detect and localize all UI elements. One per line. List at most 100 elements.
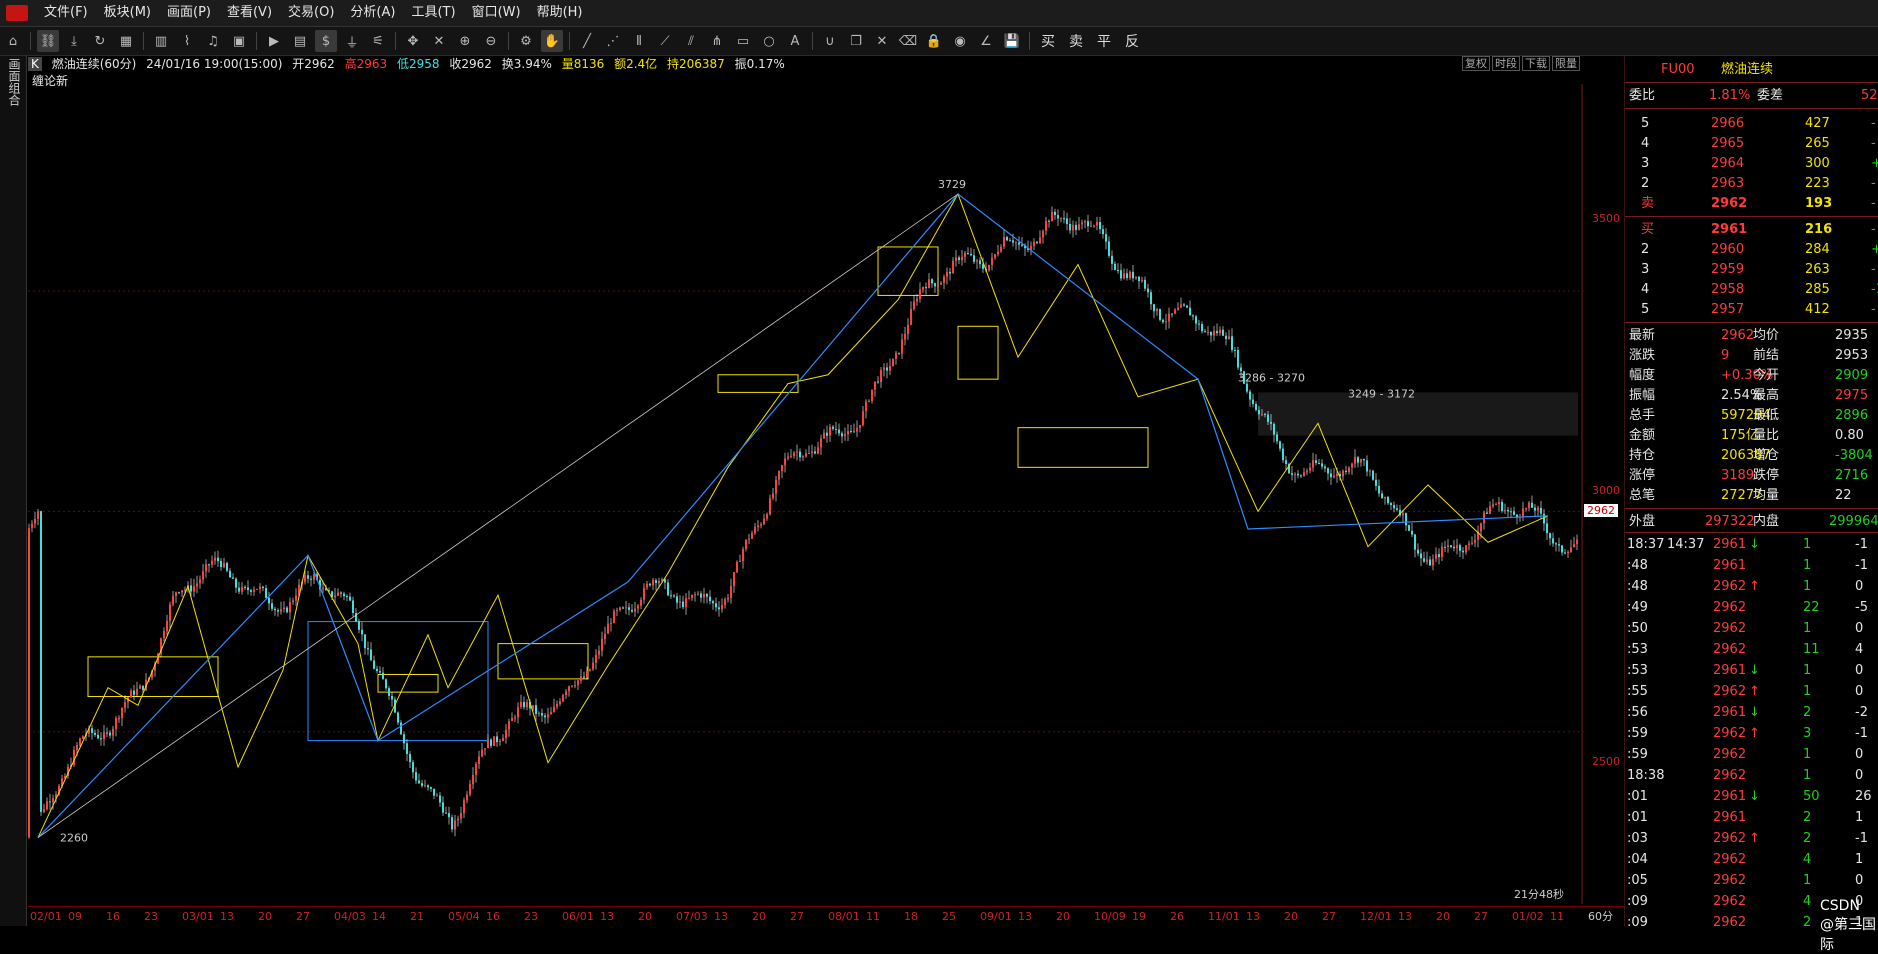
tick-row: :53 2961 ↓ 1 0	[1625, 661, 1878, 680]
limit-button[interactable]: 限量	[1552, 56, 1580, 71]
outer-row: 外盘 297322 内盘 299964	[1625, 512, 1878, 531]
tick-arrow: ↑	[1749, 684, 1760, 699]
zoom-in-icon[interactable]: ⊕	[454, 30, 476, 52]
k-icon[interactable]: K	[28, 57, 42, 71]
candle-body	[1276, 434, 1278, 442]
bar-chart-icon[interactable]: ▥	[150, 30, 172, 52]
trash-icon[interactable]: ⌫	[897, 30, 919, 52]
candle-body	[1402, 512, 1404, 516]
candle-body	[406, 743, 408, 754]
x-tick: 20	[638, 910, 652, 923]
stat-value2: 2716	[1835, 468, 1869, 483]
x-tick: 01/02	[1512, 910, 1544, 923]
menu-item-8[interactable]: 帮助(H)	[529, 0, 591, 26]
candle-body	[853, 431, 855, 433]
vertical-lines-icon[interactable]: ⦀	[628, 30, 650, 52]
text-icon[interactable]: A	[784, 30, 806, 52]
circle-icon[interactable]: ○	[758, 30, 780, 52]
home-icon[interactable]: ⌂	[2, 30, 24, 52]
tick-change: 1	[1855, 810, 1864, 825]
menu-item-5[interactable]: 分析(A)	[342, 0, 403, 26]
candle-body	[1357, 457, 1359, 463]
download-icon[interactable]: ⤓	[63, 30, 85, 52]
move-icon[interactable]: ✥	[402, 30, 424, 52]
candle-body	[340, 592, 342, 594]
menu-item-4[interactable]: 交易(O)	[280, 0, 342, 26]
currency-button[interactable]: $	[315, 30, 337, 52]
menu-item-6[interactable]: 工具(T)	[403, 0, 463, 26]
play-icon[interactable]: ▶	[263, 30, 285, 52]
candle-body	[463, 800, 465, 814]
candle-body	[1069, 224, 1071, 231]
x-tick: 10/09	[1094, 910, 1126, 923]
ray-draw-icon[interactable]: ⋰	[602, 30, 624, 52]
lock-icon[interactable]: 🔒	[923, 30, 945, 52]
zhongshu-box	[717, 374, 799, 393]
menu-item-3[interactable]: 查看(V)	[219, 0, 280, 26]
candle-body	[892, 358, 894, 367]
stat-label: 总笔	[1629, 488, 1656, 503]
angle-icon[interactable]: ∠	[975, 30, 997, 52]
bell-icon[interactable]: ♫	[202, 30, 224, 52]
x-tick: 23	[524, 910, 538, 923]
ask-level: 2	[1641, 176, 1650, 191]
candle-body	[814, 451, 816, 454]
picture-icon[interactable]: ▣	[228, 30, 250, 52]
fan-icon[interactable]: ⟋	[654, 30, 676, 52]
candle-body	[1126, 273, 1128, 278]
download-button[interactable]: 下载	[1522, 56, 1550, 71]
sell-button[interactable]: 卖	[1062, 31, 1090, 51]
rectangle-icon[interactable]: ▭	[732, 30, 754, 52]
candle-body	[739, 561, 741, 563]
stat-label2: 均量	[1753, 488, 1780, 503]
x-tick: 13	[1398, 910, 1412, 923]
layout-tab[interactable]: 画面组合	[6, 58, 23, 106]
x-tick: 25	[942, 910, 956, 923]
price-chart[interactable]: 3729 2260 3286 - 3270 3249 - 3172 21分48秒	[28, 84, 1584, 904]
candle-body	[910, 308, 912, 325]
session-button[interactable]: 时段	[1492, 56, 1520, 71]
amplitude-value: 振0.17%	[734, 57, 785, 71]
candle-body	[1441, 546, 1443, 558]
line-draw-icon[interactable]: ╱	[576, 30, 598, 52]
tick-row: :59 2962 1 0	[1625, 745, 1878, 764]
bid-row: 买 2961 216 -	[1625, 220, 1878, 239]
tick-volume: 1	[1803, 747, 1812, 762]
filter-icon[interactable]: ⏚	[341, 30, 363, 52]
magnet-icon[interactable]: ∪	[819, 30, 841, 52]
adjust-button[interactable]: 复权	[1462, 56, 1490, 71]
document-icon[interactable]: ▤	[289, 30, 311, 52]
link-icon[interactable]: ⛓	[37, 30, 59, 52]
menu-item-2[interactable]: 画面(P)	[159, 0, 219, 26]
save-icon[interactable]: 💾	[1001, 30, 1023, 52]
buy-button[interactable]: 买	[1034, 31, 1062, 51]
pitchfork-icon[interactable]: ⋔	[706, 30, 728, 52]
candle-body	[655, 580, 657, 583]
eye-icon[interactable]: ◉	[949, 30, 971, 52]
crosshair-icon[interactable]: ✕	[428, 30, 450, 52]
hand-icon[interactable]: ✋	[541, 30, 563, 52]
delete-icon[interactable]: ✕	[871, 30, 893, 52]
period-label[interactable]: 60分	[1588, 908, 1613, 924]
zoom-out-icon[interactable]: ⊖	[480, 30, 502, 52]
tick-price: 2962	[1713, 852, 1747, 867]
tick-volume: 2	[1803, 705, 1812, 720]
reverse-button[interactable]: 反	[1118, 31, 1146, 51]
candle-body	[259, 586, 261, 589]
copy-icon[interactable]: ❐	[845, 30, 867, 52]
close-position-button[interactable]: 平	[1090, 31, 1118, 51]
tick-time: :05	[1627, 873, 1648, 888]
indicator-icon[interactable]: ⌇	[176, 30, 198, 52]
grid-icon[interactable]: ▦	[115, 30, 137, 52]
x-tick: 11	[1550, 910, 1564, 923]
candle-body	[547, 714, 549, 718]
settings-icon[interactable]: ⚙	[515, 30, 537, 52]
filter2-icon[interactable]: ⚟	[367, 30, 389, 52]
x-tick: 23	[144, 910, 158, 923]
menu-item-0[interactable]: 文件(F)	[36, 0, 96, 26]
refresh-icon[interactable]: ↻	[89, 30, 111, 52]
candle-body	[487, 739, 489, 749]
menu-item-7[interactable]: 窗口(W)	[464, 0, 529, 26]
channel-icon[interactable]: ⫽	[680, 30, 702, 52]
menu-item-1[interactable]: 板块(M)	[96, 0, 159, 26]
